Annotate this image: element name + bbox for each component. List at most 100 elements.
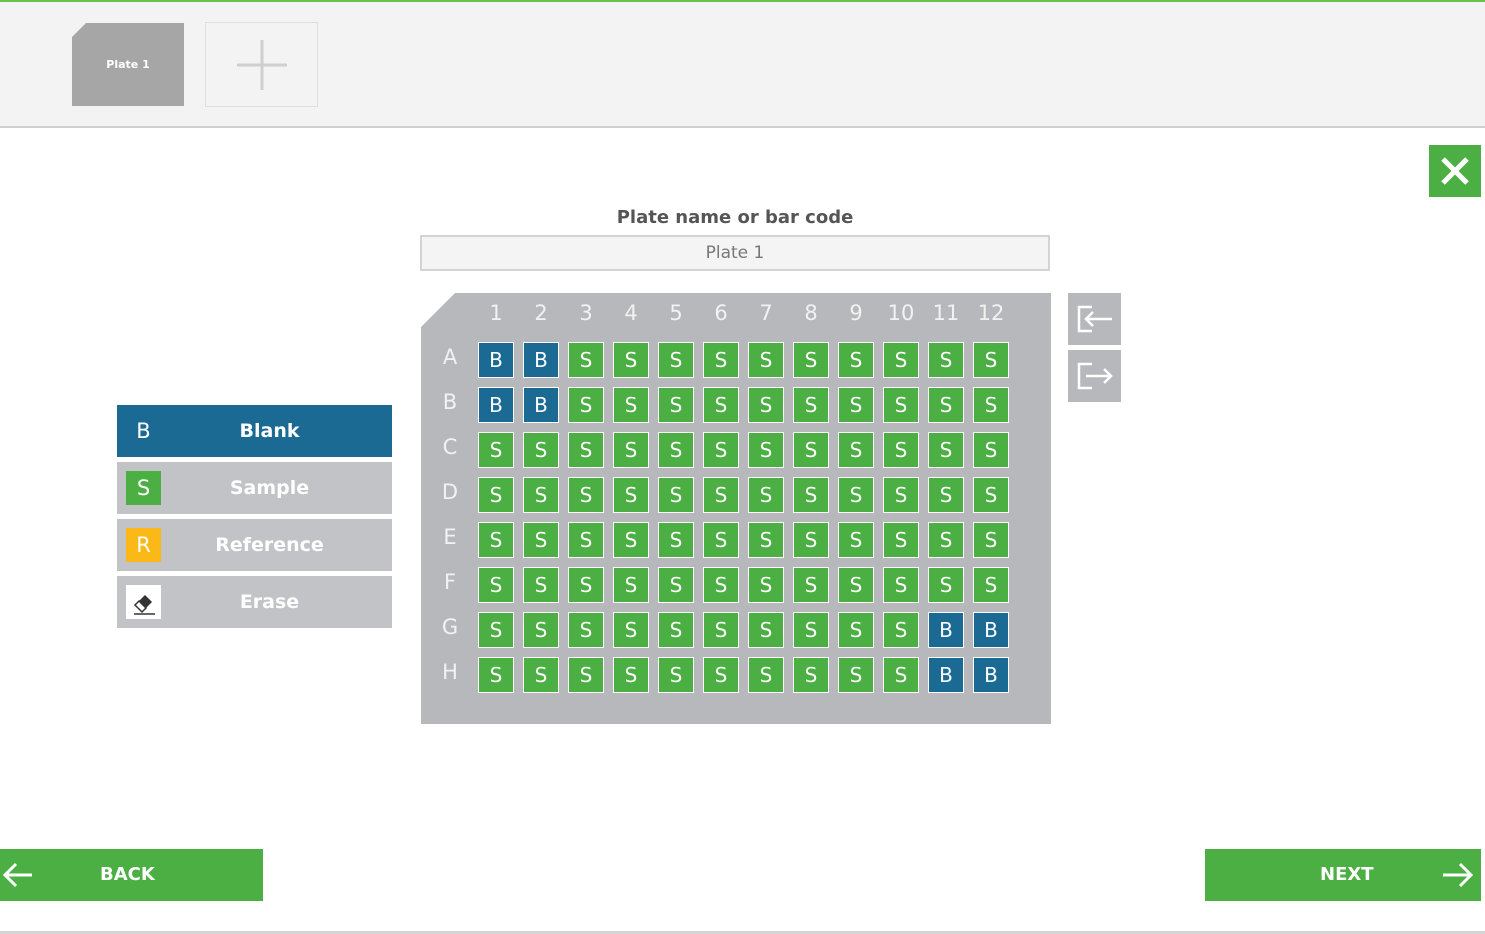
well-cell[interactable]: S [613,612,649,648]
well-cell[interactable]: S [928,342,964,378]
well-cell[interactable]: S [793,342,829,378]
well-cell[interactable]: S [928,477,964,513]
legend-blank-button[interactable]: B Blank [117,405,392,457]
column-header[interactable]: 7 [748,301,784,325]
well-cell[interactable]: B [973,612,1009,648]
row-header[interactable]: F [435,570,465,594]
legend-erase-button[interactable]: Erase [117,576,392,628]
well-cell[interactable]: S [793,522,829,558]
row-header[interactable]: D [435,480,465,504]
well-cell[interactable]: B [523,342,559,378]
well-cell[interactable]: S [658,342,694,378]
well-cell[interactable]: S [793,612,829,648]
well-cell[interactable]: S [613,522,649,558]
well-cell[interactable]: S [568,432,604,468]
well-cell[interactable]: S [748,432,784,468]
well-cell[interactable]: B [478,342,514,378]
well-cell[interactable]: S [568,657,604,693]
well-cell[interactable]: S [568,387,604,423]
well-cell[interactable]: S [478,522,514,558]
well-cell[interactable]: S [748,477,784,513]
well-cell[interactable]: S [703,657,739,693]
well-cell[interactable]: S [658,387,694,423]
well-cell[interactable]: S [838,477,874,513]
well-cell[interactable]: S [613,477,649,513]
column-header[interactable]: 5 [658,301,694,325]
well-cell[interactable]: S [973,342,1009,378]
well-cell[interactable]: B [928,657,964,693]
well-cell[interactable]: S [748,612,784,648]
well-cell[interactable]: S [613,657,649,693]
well-cell[interactable]: S [613,387,649,423]
well-cell[interactable]: S [883,657,919,693]
well-cell[interactable]: S [478,477,514,513]
well-cell[interactable]: S [613,567,649,603]
well-cell[interactable]: S [523,432,559,468]
well-cell[interactable]: B [523,387,559,423]
column-header[interactable]: 4 [613,301,649,325]
well-cell[interactable]: S [793,567,829,603]
well-cell[interactable]: S [703,567,739,603]
well-cell[interactable]: S [658,477,694,513]
legend-reference-button[interactable]: R Reference [117,519,392,571]
well-cell[interactable]: S [838,387,874,423]
well-cell[interactable]: S [883,567,919,603]
row-header[interactable]: B [435,390,465,414]
well-cell[interactable]: S [928,522,964,558]
column-header[interactable]: 1 [478,301,514,325]
well-cell[interactable]: S [928,432,964,468]
well-cell[interactable]: S [658,522,694,558]
well-cell[interactable]: S [883,432,919,468]
well-cell[interactable]: S [568,522,604,558]
well-cell[interactable]: S [613,342,649,378]
well-cell[interactable]: S [478,657,514,693]
well-cell[interactable]: B [478,387,514,423]
well-cell[interactable]: S [973,522,1009,558]
well-cell[interactable]: S [838,342,874,378]
legend-sample-button[interactable]: S Sample [117,462,392,514]
well-cell[interactable]: S [613,432,649,468]
well-cell[interactable]: S [703,387,739,423]
well-cell[interactable]: S [793,387,829,423]
plate-name-input[interactable] [420,235,1050,271]
well-cell[interactable]: S [658,657,694,693]
well-cell[interactable]: S [478,432,514,468]
well-cell[interactable]: S [523,567,559,603]
well-cell[interactable]: S [658,432,694,468]
well-cell[interactable]: S [793,657,829,693]
well-cell[interactable]: S [658,567,694,603]
well-cell[interactable]: S [523,657,559,693]
well-cell[interactable]: S [838,567,874,603]
well-cell[interactable]: S [703,522,739,558]
well-cell[interactable]: S [883,522,919,558]
export-button[interactable] [1068,350,1121,402]
well-cell[interactable]: S [883,612,919,648]
column-header[interactable]: 3 [568,301,604,325]
well-cell[interactable]: S [748,567,784,603]
column-header[interactable]: 6 [703,301,739,325]
well-cell[interactable]: S [748,342,784,378]
well-cell[interactable]: S [568,567,604,603]
well-cell[interactable]: B [928,612,964,648]
well-cell[interactable]: S [973,567,1009,603]
next-button[interactable]: NEXT [1205,849,1481,901]
column-header[interactable]: 2 [523,301,559,325]
row-header[interactable]: E [435,525,465,549]
well-cell[interactable]: S [883,477,919,513]
well-cell[interactable]: S [658,612,694,648]
well-cell[interactable]: S [748,657,784,693]
well-cell[interactable]: S [703,612,739,648]
well-cell[interactable]: S [973,477,1009,513]
well-cell[interactable]: S [838,522,874,558]
well-cell[interactable]: S [568,477,604,513]
well-cell[interactable]: S [838,612,874,648]
well-cell[interactable]: S [478,612,514,648]
well-cell[interactable]: S [793,432,829,468]
row-header[interactable]: H [435,660,465,684]
well-cell[interactable]: S [478,567,514,603]
well-cell[interactable]: S [793,477,829,513]
row-header[interactable]: A [435,345,465,369]
well-cell[interactable]: S [928,567,964,603]
column-header[interactable]: 8 [793,301,829,325]
well-cell[interactable]: S [928,387,964,423]
